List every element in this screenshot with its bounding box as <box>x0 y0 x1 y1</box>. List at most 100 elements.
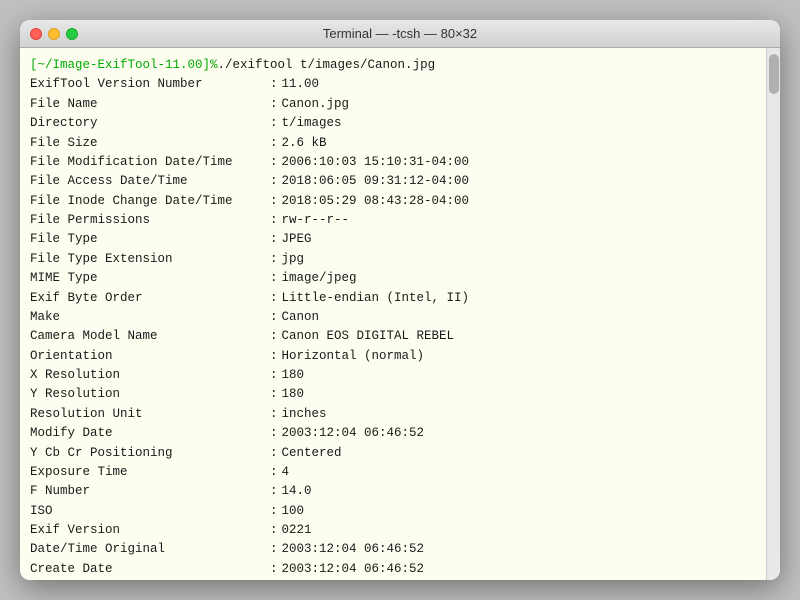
field-name: File Size <box>30 134 270 153</box>
field-separator: : <box>270 502 278 521</box>
field-value: Canon.jpg <box>282 95 350 114</box>
field-name: File Name <box>30 95 270 114</box>
table-row: Orientation: Horizontal (normal) <box>30 347 756 366</box>
field-value: 4 <box>282 463 290 482</box>
field-value: Little-endian (Intel, II) <box>282 289 470 308</box>
field-value: 2003:12:04 06:46:52 <box>282 560 425 579</box>
table-row: Resolution Unit: inches <box>30 405 756 424</box>
field-name: Make <box>30 308 270 327</box>
table-row: File Permissions: rw-r--r-- <box>30 211 756 230</box>
maximize-button[interactable] <box>66 28 78 40</box>
field-name: File Type Extension <box>30 250 270 269</box>
field-separator: : <box>270 405 278 424</box>
field-name: File Type <box>30 230 270 249</box>
field-name: File Access Date/Time <box>30 172 270 191</box>
field-value: rw-r--r-- <box>282 211 350 230</box>
field-separator: : <box>270 579 278 580</box>
table-row: Make: Canon <box>30 308 756 327</box>
field-name: F Number <box>30 482 270 501</box>
field-value: Canon EOS DIGITAL REBEL <box>282 327 455 346</box>
field-name: Components Configuration <box>30 579 270 580</box>
field-name: Camera Model Name <box>30 327 270 346</box>
field-separator: : <box>270 230 278 249</box>
field-value: 2003:12:04 06:46:52 <box>282 424 425 443</box>
table-row: Directory: t/images <box>30 114 756 133</box>
field-separator: : <box>270 385 278 404</box>
field-separator: : <box>270 269 278 288</box>
traffic-lights <box>30 28 78 40</box>
field-separator: : <box>270 172 278 191</box>
field-separator: : <box>270 250 278 269</box>
field-value: 100 <box>282 502 305 521</box>
field-value: Canon <box>282 308 320 327</box>
field-name: Y Cb Cr Positioning <box>30 444 270 463</box>
scrollbar[interactable] <box>766 48 780 580</box>
table-row: Y Cb Cr Positioning: Centered <box>30 444 756 463</box>
table-row: ISO: 100 <box>30 502 756 521</box>
field-separator: : <box>270 114 278 133</box>
table-row: File Size: 2.6 kB <box>30 134 756 153</box>
field-separator: : <box>270 327 278 346</box>
scrollbar-thumb[interactable] <box>769 54 779 94</box>
field-separator: : <box>270 134 278 153</box>
field-value: image/jpeg <box>282 269 357 288</box>
table-row: Date/Time Original: 2003:12:04 06:46:52 <box>30 540 756 559</box>
field-value: Centered <box>282 444 342 463</box>
terminal-window: Terminal — -tcsh — 80×32 [~/Image-ExifTo… <box>20 20 780 580</box>
table-row: File Type: JPEG <box>30 230 756 249</box>
table-row: Exposure Time: 4 <box>30 463 756 482</box>
field-separator: : <box>270 192 278 211</box>
field-value: JPEG <box>282 230 312 249</box>
field-separator: : <box>270 95 278 114</box>
field-separator: : <box>270 75 278 94</box>
table-row: MIME Type: image/jpeg <box>30 269 756 288</box>
table-row: Modify Date: 2003:12:04 06:46:52 <box>30 424 756 443</box>
table-row: Components Configuration: Y, Cb, Cr, - <box>30 579 756 580</box>
titlebar: Terminal — -tcsh — 80×32 <box>20 20 780 48</box>
table-row: File Access Date/Time: 2018:06:05 09:31:… <box>30 172 756 191</box>
field-name: File Permissions <box>30 211 270 230</box>
field-name: ISO <box>30 502 270 521</box>
field-separator: : <box>270 463 278 482</box>
table-row: File Type Extension: jpg <box>30 250 756 269</box>
field-value: inches <box>282 405 327 424</box>
table-row: X Resolution: 180 <box>30 366 756 385</box>
field-separator: : <box>270 308 278 327</box>
field-name: Directory <box>30 114 270 133</box>
table-row: File Name: Canon.jpg <box>30 95 756 114</box>
terminal-output[interactable]: [~/Image-ExifTool-11.00]% ./exiftool t/i… <box>20 48 766 580</box>
table-row: File Inode Change Date/Time: 2018:05:29 … <box>30 192 756 211</box>
content-area: [~/Image-ExifTool-11.00]% ./exiftool t/i… <box>20 48 780 580</box>
field-separator: : <box>270 289 278 308</box>
field-separator: : <box>270 347 278 366</box>
field-value: 2006:10:03 15:10:31-04:00 <box>282 153 470 172</box>
field-value: 2.6 kB <box>282 134 327 153</box>
minimize-button[interactable] <box>48 28 60 40</box>
field-value: 180 <box>282 385 305 404</box>
field-name: Modify Date <box>30 424 270 443</box>
field-name: X Resolution <box>30 366 270 385</box>
field-separator: : <box>270 560 278 579</box>
field-name: Create Date <box>30 560 270 579</box>
table-row: Camera Model Name: Canon EOS DIGITAL REB… <box>30 327 756 346</box>
field-value: 2003:12:04 06:46:52 <box>282 540 425 559</box>
field-value: 2018:06:05 09:31:12-04:00 <box>282 172 470 191</box>
field-name: Exposure Time <box>30 463 270 482</box>
field-separator: : <box>270 424 278 443</box>
prompt-row: [~/Image-ExifTool-11.00]% ./exiftool t/i… <box>30 56 756 75</box>
window-title: Terminal — -tcsh — 80×32 <box>323 26 477 41</box>
field-name: MIME Type <box>30 269 270 288</box>
table-row: Exif Version: 0221 <box>30 521 756 540</box>
field-name: Resolution Unit <box>30 405 270 424</box>
field-separator: : <box>270 211 278 230</box>
field-name: File Inode Change Date/Time <box>30 192 270 211</box>
field-separator: : <box>270 366 278 385</box>
field-value: jpg <box>282 250 305 269</box>
close-button[interactable] <box>30 28 42 40</box>
field-value: 14.0 <box>282 482 312 501</box>
field-value: 2018:05:29 08:43:28-04:00 <box>282 192 470 211</box>
table-row: File Modification Date/Time: 2006:10:03 … <box>30 153 756 172</box>
field-name: File Modification Date/Time <box>30 153 270 172</box>
field-separator: : <box>270 540 278 559</box>
field-name: Exif Byte Order <box>30 289 270 308</box>
